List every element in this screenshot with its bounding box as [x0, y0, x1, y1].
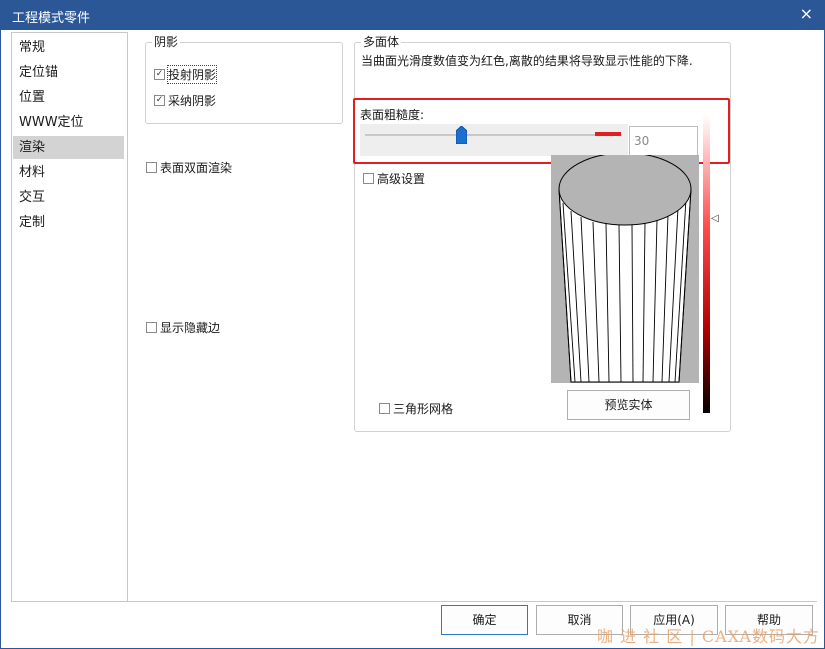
- watermark: 咖 进 社 区 | CAXA数码大方: [597, 627, 820, 646]
- content-divider: [11, 601, 817, 602]
- window-title: 工程模式零件: [12, 11, 91, 26]
- close-icon[interactable]: ×: [800, 4, 813, 23]
- roughness-label: 表面粗糙度:: [360, 108, 425, 122]
- advanced-settings-label: 高级设置: [377, 171, 426, 186]
- preview-solid-button[interactable]: 预览实体: [567, 390, 690, 420]
- show-hidden-edges-label: 显示隐藏边: [160, 320, 221, 335]
- triangle-mesh-checkbox[interactable]: 三角形网格: [379, 399, 453, 417]
- title-bar: 工程模式零件 ×: [0, 0, 825, 30]
- receive-shadow-label: 采纳阴影: [168, 93, 217, 108]
- ok-button[interactable]: 确定: [441, 605, 528, 635]
- advanced-settings-box: [363, 172, 374, 184]
- nav-item-position[interactable]: 位置: [13, 86, 124, 109]
- shadow-group: 阴影: [145, 35, 343, 124]
- nav-item-interaction[interactable]: 交互: [13, 186, 124, 209]
- cast-shadow-label: 投射阴影: [166, 64, 218, 84]
- receive-shadow-check-icon: ✓: [154, 94, 165, 106]
- double-sided-checkbox[interactable]: 表面双面渲染: [146, 158, 232, 176]
- advanced-settings-checkbox[interactable]: 高级设置: [363, 169, 425, 187]
- double-sided-box: [146, 161, 157, 173]
- dialog-body: 常规 定位锚 位置 WWW定位 渲染 材料 交互 定制 阴影 ✓ 投射阴影 ✓ …: [0, 30, 825, 649]
- cast-shadow-check-icon: ✓: [154, 68, 165, 80]
- nav-item-general[interactable]: 常规: [13, 36, 124, 59]
- gradient-marker-icon[interactable]: ◁: [711, 213, 719, 224]
- roughness-slider[interactable]: [360, 124, 628, 156]
- polyhedron-group-title: 多面体: [361, 35, 402, 49]
- slider-red-zone: [595, 132, 621, 136]
- nav-item-anchor[interactable]: 定位锚: [13, 61, 124, 84]
- preview-viewport: [551, 152, 699, 383]
- receive-shadow-checkbox[interactable]: ✓ 采纳阴影: [154, 91, 216, 109]
- nav-item-custom[interactable]: 定制: [13, 211, 124, 234]
- cylinder-preview-icon: [558, 152, 692, 383]
- shadow-group-title: 阴影: [152, 35, 181, 49]
- show-hidden-edges-box: [146, 321, 157, 333]
- nav-item-material[interactable]: 材料: [13, 161, 124, 184]
- slider-track: [365, 134, 622, 136]
- double-sided-label: 表面双面渲染: [160, 160, 233, 175]
- performance-note: 当曲面光滑度数值变为红色,离散的结果将导致显示性能的下降.: [361, 54, 693, 68]
- roughness-value-input[interactable]: 30: [629, 126, 698, 156]
- slider-thumb-icon[interactable]: [456, 126, 467, 144]
- cast-shadow-checkbox[interactable]: ✓ 投射阴影: [154, 64, 218, 84]
- smoothness-gradient-bar: [703, 115, 710, 413]
- triangle-mesh-label: 三角形网格: [393, 401, 454, 416]
- category-list: 常规 定位锚 位置 WWW定位 渲染 材料 交互 定制: [11, 32, 128, 602]
- nav-item-www-location[interactable]: WWW定位: [13, 111, 124, 134]
- show-hidden-edges-checkbox[interactable]: 显示隐藏边: [146, 318, 220, 336]
- nav-item-render[interactable]: 渲染: [13, 136, 124, 159]
- triangle-mesh-box: [379, 402, 390, 414]
